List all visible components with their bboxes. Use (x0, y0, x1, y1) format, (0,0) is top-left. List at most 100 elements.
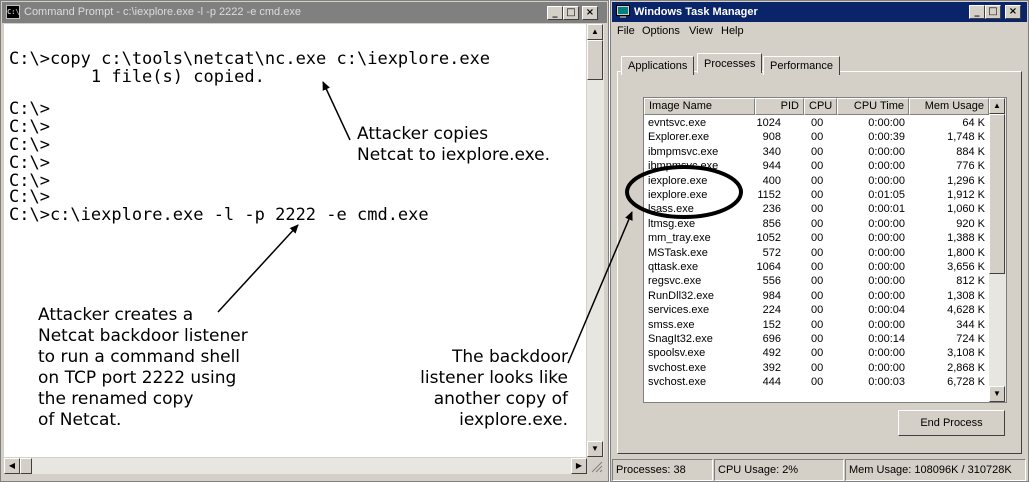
process-pid: 224 (762, 304, 781, 317)
column-header-pid[interactable]: PID (755, 98, 804, 115)
task-manager-window[interactable]: Windows Task Manager _ □ × File Options … (610, 0, 1029, 482)
process-row[interactable]: SnagIt32.exe 696 00 0:00:14 724 K (644, 332, 989, 346)
process-row[interactable]: smss.exe 152 00 0:00:00 344 K (644, 318, 989, 332)
cmd-title-bar[interactable]: C:\ Command Prompt - c:\iexplore.exe -l … (2, 2, 607, 23)
process-row[interactable]: services.exe 224 00 0:00:04 4,628 K (644, 303, 989, 317)
end-process-button[interactable]: End Process (898, 410, 1005, 436)
process-row[interactable]: svchost.exe 392 00 0:00:00 2,868 K (644, 361, 989, 375)
taskmgr-maximize-button[interactable]: □ (985, 5, 1001, 19)
process-pid: 944 (762, 160, 781, 173)
process-row[interactable]: ibmpmsvc.exe 944 00 0:00:00 776 K (644, 159, 989, 173)
process-name: services.exe (648, 304, 710, 317)
process-row[interactable]: iexplore.exe 400 00 0:00:00 1,296 K (644, 174, 989, 188)
column-header-cpu-time[interactable]: CPU Time (837, 98, 909, 115)
tab-performance[interactable]: Performance (763, 56, 840, 75)
process-row[interactable]: RunDll32.exe 984 00 0:00:00 1,308 K (644, 289, 989, 303)
scroll-down-arrow-icon[interactable]: ▼ (587, 441, 603, 457)
close-button[interactable]: × (582, 6, 598, 20)
resize-grip-icon[interactable] (589, 459, 603, 473)
process-row[interactable]: spoolsv.exe 492 00 0:00:00 3,108 K (644, 346, 989, 360)
taskmgr-window-title: Windows Task Manager (634, 6, 758, 18)
cmd-window-icon[interactable]: C:\ (6, 5, 20, 19)
process-list-scrollbar[interactable]: ▲ ▼ (989, 98, 1006, 402)
process-row[interactable]: ltmsg.exe 856 00 0:00:00 920 K (644, 217, 989, 231)
process-cpu: 00 (811, 145, 824, 158)
process-cpu: 00 (811, 189, 824, 201)
console-vertical-scrollbar[interactable]: ▲ ▼ (587, 24, 604, 457)
process-mem-usage: 812 K (956, 275, 985, 288)
process-mem-usage: 344 K (956, 318, 985, 331)
minimize-button[interactable]: _ (547, 6, 563, 20)
process-row[interactable]: MSTask.exe 572 00 0:00:00 1,800 K (644, 246, 989, 260)
process-cpu-time: 0:00:00 (868, 275, 905, 288)
process-pid: 856 (762, 217, 781, 230)
process-row[interactable]: ibmpmsvc.exe 340 00 0:00:00 884 K (644, 145, 989, 159)
scroll-down-arrow-icon[interactable]: ▼ (989, 386, 1005, 402)
process-row[interactable]: lsass.exe 236 00 0:00:01 1,060 K (644, 202, 989, 216)
column-header-image-name[interactable]: Image Name (644, 98, 755, 115)
process-name: iexplore.exe (648, 189, 708, 201)
process-pid: 152 (762, 318, 781, 331)
process-cpu-time: 0:01:05 (868, 189, 905, 201)
process-mem-usage: 2,868 K (947, 361, 985, 374)
process-pid: 492 (762, 347, 781, 360)
maximize-button[interactable]: □ (563, 6, 579, 20)
close-icon: × (1008, 6, 1018, 17)
console-line-prompt: C:\> (9, 99, 50, 119)
process-row[interactable]: mm_tray.exe 1052 00 0:00:00 1,388 K (644, 231, 989, 245)
process-scrollbar-thumb[interactable] (989, 114, 1005, 274)
process-name: svchost.exe (648, 376, 707, 389)
process-mem-usage: 1,800 K (947, 246, 985, 259)
console-line-prompt: C:\> (9, 117, 50, 137)
process-mem-usage: 64 K (962, 117, 985, 129)
taskmgr-title-bar[interactable]: Windows Task Manager _ □ × (612, 2, 1027, 22)
process-cpu-time: 0:00:03 (868, 376, 905, 389)
process-row[interactable]: iexplore.exe 1152 00 0:01:05 1,912 K (644, 188, 989, 202)
console-horizontal-scrollbar[interactable]: ◀ ▶ (4, 458, 587, 474)
taskmgr-minimize-button[interactable]: _ (969, 5, 985, 19)
console-line-copy-command: C:\>copy c:\tools\netcat\nc.exe c:\iexpl… (9, 49, 491, 69)
process-mem-usage: 1,060 K (947, 203, 985, 216)
minimize-icon: _ (974, 6, 980, 17)
scrollbar-thumb[interactable] (587, 40, 603, 80)
tab-applications[interactable]: Applications (621, 56, 695, 75)
menu-options[interactable]: Options (642, 25, 680, 37)
process-name: svchost.exe (648, 361, 707, 374)
process-pid: 984 (762, 289, 781, 302)
process-name: iexplore.exe (648, 174, 708, 187)
process-row[interactable]: qttask.exe 1064 00 0:00:00 3,656 K (644, 260, 989, 274)
process-cpu-time: 0:00:00 (868, 361, 905, 374)
taskmgr-close-button[interactable]: × (1005, 5, 1021, 19)
tab-processes[interactable]: Processes (697, 53, 763, 73)
menu-view[interactable]: View (689, 25, 713, 37)
process-cpu: 00 (811, 347, 824, 360)
process-name: SnagIt32.exe (648, 333, 713, 345)
process-pid: 556 (762, 275, 781, 288)
process-cpu-time: 0:00:00 (868, 318, 905, 331)
process-row[interactable]: evntsvc.exe 1024 00 0:00:00 64 K (644, 116, 989, 130)
horizontal-scrollbar-thumb[interactable] (20, 458, 32, 474)
menu-file[interactable]: File (617, 25, 635, 37)
scroll-right-arrow-icon[interactable]: ▶ (571, 458, 587, 474)
scroll-up-arrow-icon[interactable]: ▲ (989, 98, 1005, 114)
maximize-icon: □ (566, 7, 576, 18)
column-header-mem-usage[interactable]: Mem Usage (909, 98, 989, 115)
console-line-prompt: C:\> (9, 187, 50, 207)
process-row[interactable]: Explorer.exe 908 00 0:00:39 1,748 K (644, 130, 989, 144)
column-header-cpu[interactable]: CPU (804, 98, 837, 115)
process-cpu: 00 (811, 203, 824, 216)
process-pid: 400 (762, 174, 781, 187)
scroll-up-arrow-icon[interactable]: ▲ (587, 24, 603, 40)
process-name: Explorer.exe (648, 131, 710, 144)
minimize-icon: _ (552, 7, 558, 18)
process-cpu-time: 0:00:04 (868, 304, 905, 317)
process-row[interactable]: regsvc.exe 556 00 0:00:00 812 K (644, 274, 989, 288)
process-cpu-time: 0:00:00 (868, 217, 905, 230)
status-cpu-usage: CPU Usage: 2% (714, 459, 844, 481)
menu-help[interactable]: Help (721, 25, 744, 37)
process-cpu: 00 (811, 160, 824, 173)
process-row[interactable]: svchost.exe 444 00 0:00:03 6,728 K (644, 375, 989, 389)
scroll-left-arrow-icon[interactable]: ◀ (4, 458, 20, 474)
process-cpu: 00 (811, 376, 824, 389)
process-list[interactable]: Image Name PID CPU CPU Time Mem Usage ev… (643, 97, 1007, 403)
